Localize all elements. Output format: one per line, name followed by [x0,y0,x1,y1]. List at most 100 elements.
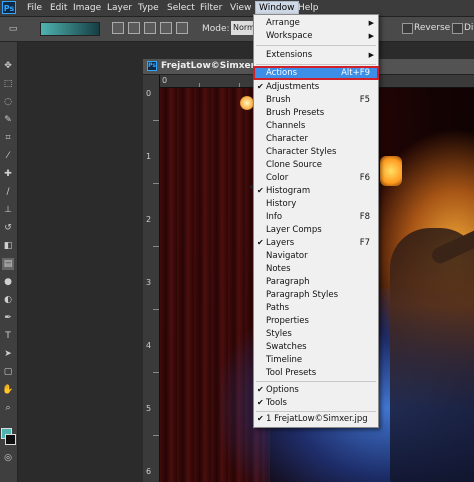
clone-stamp-icon[interactable]: ⊥ [2,204,14,216]
gradient-swatch[interactable] [40,22,100,36]
ruler-tick [153,183,159,184]
menu-item-clone-source[interactable]: Clone Source [254,159,378,171]
menu-item-tools[interactable]: ✔ Tools [254,397,378,409]
menu-view[interactable]: View [230,3,251,13]
menu-item-label: Extensions [266,50,313,60]
ruler-left-label: 5 [146,404,152,413]
menu-item-color[interactable]: Color F6 [254,172,378,184]
menu-help[interactable]: Help [298,3,319,13]
menu-item-label: Clone Source [266,160,323,170]
eyedropper-icon[interactable]: ⁄ [2,150,14,162]
linear-gradient-icon[interactable] [112,22,124,34]
menu-item-adjustments[interactable]: ✔ Adjustments [254,81,378,93]
menu-item-histogram[interactable]: ✔ Histogram [254,185,378,197]
diamond-gradient-icon[interactable] [176,22,188,34]
checkmark-icon: ✔ [257,238,264,247]
menu-item-timeline[interactable]: Timeline [254,354,378,366]
menu-item-actions[interactable]: Actions Alt+F9 [253,66,379,80]
marquee-tool-icon[interactable]: ⬚ [2,78,14,90]
angle-gradient-icon[interactable] [144,22,156,34]
menu-item-tool-presets[interactable]: Tool Presets [254,367,378,379]
history-brush-icon[interactable]: ↺ [2,222,14,234]
submenu-arrow-icon: ▶ [368,32,374,40]
menu-item-label: Swatches [266,342,307,352]
quick-mask-icon[interactable]: ◎ [2,452,14,464]
menu-item-styles[interactable]: Styles [254,328,378,340]
ruler-left-label: 2 [146,215,152,224]
menu-item-label: Navigator [266,251,308,261]
menu-item-label: Styles [266,329,292,339]
menu-item-label: History [266,199,297,209]
stage-light [380,156,402,186]
blur-tool-icon[interactable]: ● [2,276,14,288]
menu-item-extensions[interactable]: Extensions ▶ [254,49,378,61]
menu-item-notes[interactable]: Notes [254,263,378,275]
ruler-tick [153,435,159,436]
brush-tool-icon[interactable]: ∕ [2,186,14,198]
menu-filter[interactable]: Filter [200,3,222,13]
menu-item-paths[interactable]: Paths [254,302,378,314]
background-color-swatch[interactable] [5,434,16,445]
ruler-vertical[interactable]: 0 1 2 3 4 5 6 [143,75,160,482]
dodge-tool-icon[interactable]: ◐ [2,294,14,306]
dither-label: Di [464,23,474,33]
reverse-label: Reverse [414,23,451,33]
type-tool-icon[interactable]: T [2,330,14,342]
menu-item-label: Tools [266,398,287,408]
menu-window[interactable]: Window [255,1,299,15]
radial-gradient-icon[interactable] [128,22,140,34]
zoom-tool-icon[interactable]: ⌕ [2,402,14,414]
spotlight [240,96,254,110]
hand-tool-icon[interactable]: ✋ [2,384,14,396]
menu-item-character-styles[interactable]: Character Styles [254,146,378,158]
menu-item-layer-comps[interactable]: Layer Comps [254,224,378,236]
menu-select[interactable]: Select [167,3,195,13]
move-tool-icon[interactable]: ✥ [2,60,14,72]
crop-tool-icon[interactable]: ⌗ [2,132,14,144]
menu-separator [256,64,376,65]
submenu-arrow-icon: ▶ [368,19,374,27]
menu-item-paragraph-styles[interactable]: Paragraph Styles [254,289,378,301]
menu-item-label: Brush Presets [266,108,325,118]
menu-item-channels[interactable]: Channels [254,120,378,132]
menu-item-arrange[interactable]: Arrange ▶ [254,17,378,29]
quick-select-icon[interactable]: ✎ [2,114,14,126]
menu-item-options[interactable]: ✔ Options [254,384,378,396]
menu-item-label: Character Styles [266,147,337,157]
document-ps-icon: Ps [147,61,157,71]
menu-item-swatches[interactable]: Swatches [254,341,378,353]
menu-item-navigator[interactable]: Navigator [254,250,378,262]
menu-layer[interactable]: Layer [107,3,132,13]
menu-item-history[interactable]: History [254,198,378,210]
gradient-tool-icon[interactable]: ▤ [2,258,14,270]
menu-separator [256,45,376,46]
shape-tool-icon[interactable]: ▢ [2,366,14,378]
menu-item-workspace[interactable]: Workspace ▶ [254,30,378,42]
menu-item-layers[interactable]: ✔ Layers F7 [254,237,378,249]
menu-item-label: Paragraph Styles [266,290,339,300]
menu-item-label: Timeline [266,355,303,365]
menu-item-shortcut: F6 [359,173,370,183]
menu-item-properties[interactable]: Properties [254,315,378,327]
menu-edit[interactable]: Edit [50,3,67,13]
path-select-icon[interactable]: ➤ [2,348,14,360]
tool-preset-icon[interactable]: ▭ [6,23,20,35]
menu-item-brush-presets[interactable]: Brush Presets [254,107,378,119]
pen-tool-icon[interactable]: ✒ [2,312,14,324]
menu-file[interactable]: File [27,3,42,13]
menu-item-open-document[interactable]: ✔ 1 FrejatLow©Simxer.jpg [254,413,378,425]
eraser-icon[interactable]: ◧ [2,240,14,252]
menu-image[interactable]: Image [73,3,101,13]
menu-type[interactable]: Type [138,3,159,13]
menu-item-paragraph[interactable]: Paragraph [254,276,378,288]
menu-item-brush[interactable]: Brush F5 [254,94,378,106]
healing-brush-icon[interactable]: ✚ [2,168,14,180]
menu-item-character[interactable]: Character [254,133,378,145]
mode-label: Mode: [202,24,230,34]
checkmark-icon: ✔ [257,398,264,407]
reverse-checkbox[interactable] [402,23,413,34]
dither-checkbox[interactable] [452,23,463,34]
reflected-gradient-icon[interactable] [160,22,172,34]
menu-item-info[interactable]: Info F8 [254,211,378,223]
lasso-tool-icon[interactable]: ◌ [2,96,14,108]
